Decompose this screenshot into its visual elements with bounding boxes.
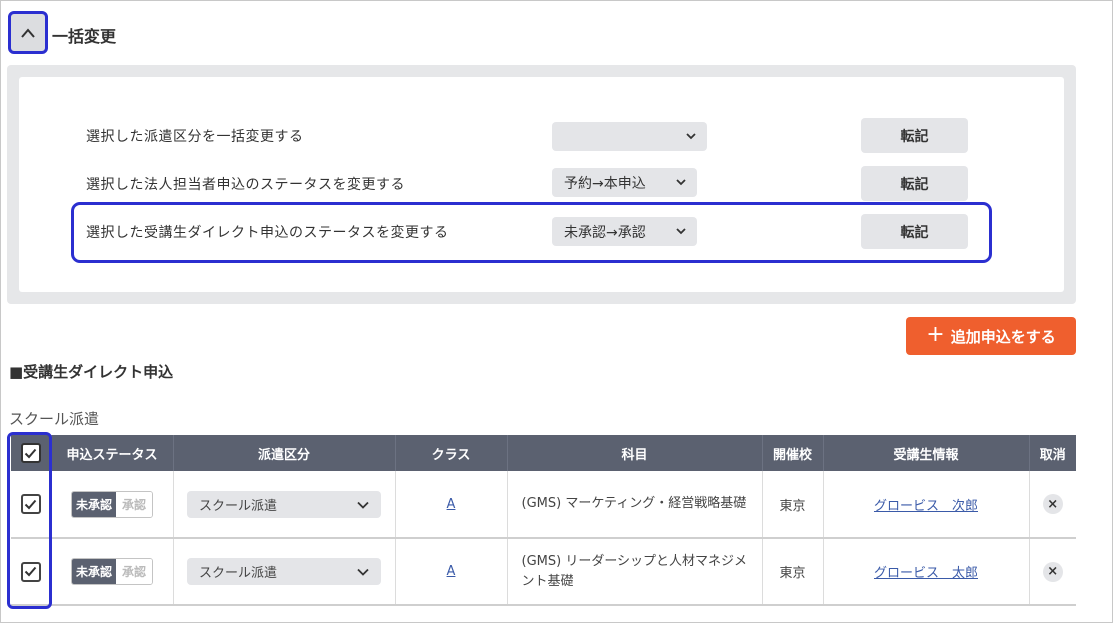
class-link[interactable]: A — [447, 497, 456, 512]
close-icon[interactable]: × — [1042, 561, 1063, 582]
column-header-student: 受講生情報 — [823, 435, 1030, 471]
status-approved[interactable]: 承認 — [116, 559, 153, 584]
dispatch-type-select[interactable] — [552, 122, 707, 151]
dispatch-cell: スクール派遣 — [173, 538, 396, 606]
class-link[interactable]: A — [447, 564, 456, 579]
class-cell: A — [395, 538, 508, 606]
add-application-label: 追加申込をする — [950, 327, 1056, 346]
chevron-up-icon — [21, 27, 35, 38]
transfer-button-dispatch[interactable]: 転記 — [861, 118, 968, 153]
chevron-down-icon — [676, 179, 686, 186]
subject-cell: (GMS) リーダーシップと人材マネジメント基礎 — [507, 538, 763, 606]
plus-icon: + — [926, 322, 945, 347]
status-unapproved[interactable]: 未承認 — [71, 559, 116, 584]
table-row: 未承認 承認 スクール派遣 A (GMS) マーケティング・経営戦略基礎 東京 … — [11, 471, 1076, 539]
chevron-down-icon — [357, 568, 369, 576]
dispatch-select[interactable]: スクール派遣 — [187, 490, 381, 518]
cancel-cell: × — [1029, 471, 1076, 539]
status-approved[interactable]: 承認 — [116, 491, 153, 517]
chevron-down-icon — [686, 133, 696, 140]
status-cell: 未承認 承認 — [51, 538, 174, 606]
class-cell: A — [395, 471, 508, 539]
add-application-button[interactable]: + 追加申込をする — [906, 317, 1076, 355]
applications-table: 申込ステータス 派遣区分 クラス 科目 開催校 受講生情報 取消 未承認 承認 — [11, 435, 1076, 606]
chevron-down-icon — [357, 501, 369, 509]
column-header-dispatch: 派遣区分 — [173, 435, 396, 471]
school-dispatch-label: スクール派遣 — [9, 410, 100, 428]
column-header-status: 申込ステータス — [51, 435, 174, 471]
dispatch-cell: スクール派遣 — [173, 471, 396, 539]
status-toggle[interactable]: 未承認 承認 — [70, 558, 154, 585]
column-header-school: 開催校 — [762, 435, 824, 471]
cancel-cell: × — [1029, 538, 1076, 606]
school-cell: 東京 — [762, 471, 824, 539]
bulk-row-label-dispatch: 選択した派遣区分を一括変更する — [86, 129, 304, 145]
direct-application-heading: ■受講生ダイレクト申込 — [9, 363, 174, 381]
status-unapproved[interactable]: 未承認 — [71, 491, 116, 517]
collapse-toggle-button[interactable] — [8, 11, 48, 54]
column-header-subject: 科目 — [507, 435, 763, 471]
bulk-change-title: 一括変更 — [52, 27, 117, 46]
student-link[interactable]: グロービス 次郎 — [874, 499, 978, 514]
table-row: 未承認 承認 スクール派遣 A (GMS) リーダーシップと人材マネジメント基礎… — [11, 538, 1076, 606]
transfer-button-corporate[interactable]: 転記 — [861, 166, 968, 201]
column-header-cancel: 取消 — [1029, 435, 1076, 471]
status-toggle[interactable]: 未承認 承認 — [70, 490, 154, 518]
column-header-class: クラス — [395, 435, 508, 471]
student-link[interactable]: グロービス 太郎 — [874, 566, 978, 581]
highlight-outline-row — [71, 202, 992, 263]
table-header-row: 申込ステータス 派遣区分 クラス 科目 開催校 受講生情報 取消 — [11, 435, 1076, 471]
student-cell: グロービス 太郎 — [823, 538, 1030, 606]
highlight-outline-checkbox-column — [7, 432, 52, 609]
bulk-row-label-corporate: 選択した法人担当者申込のステータスを変更する — [86, 177, 405, 193]
corporate-status-select[interactable]: 予約→本申込 — [552, 168, 697, 197]
subject-cell: (GMS) マーケティング・経営戦略基礎 — [507, 471, 763, 539]
dispatch-value: スクール派遣 — [199, 566, 278, 581]
dispatch-select[interactable]: スクール派遣 — [187, 558, 381, 585]
close-icon[interactable]: × — [1042, 494, 1063, 514]
status-cell: 未承認 承認 — [51, 471, 174, 539]
dispatch-value: スクール派遣 — [199, 498, 278, 514]
student-cell: グロービス 次郎 — [823, 471, 1030, 539]
select-value: 予約→本申込 — [564, 175, 646, 192]
school-cell: 東京 — [762, 538, 824, 606]
